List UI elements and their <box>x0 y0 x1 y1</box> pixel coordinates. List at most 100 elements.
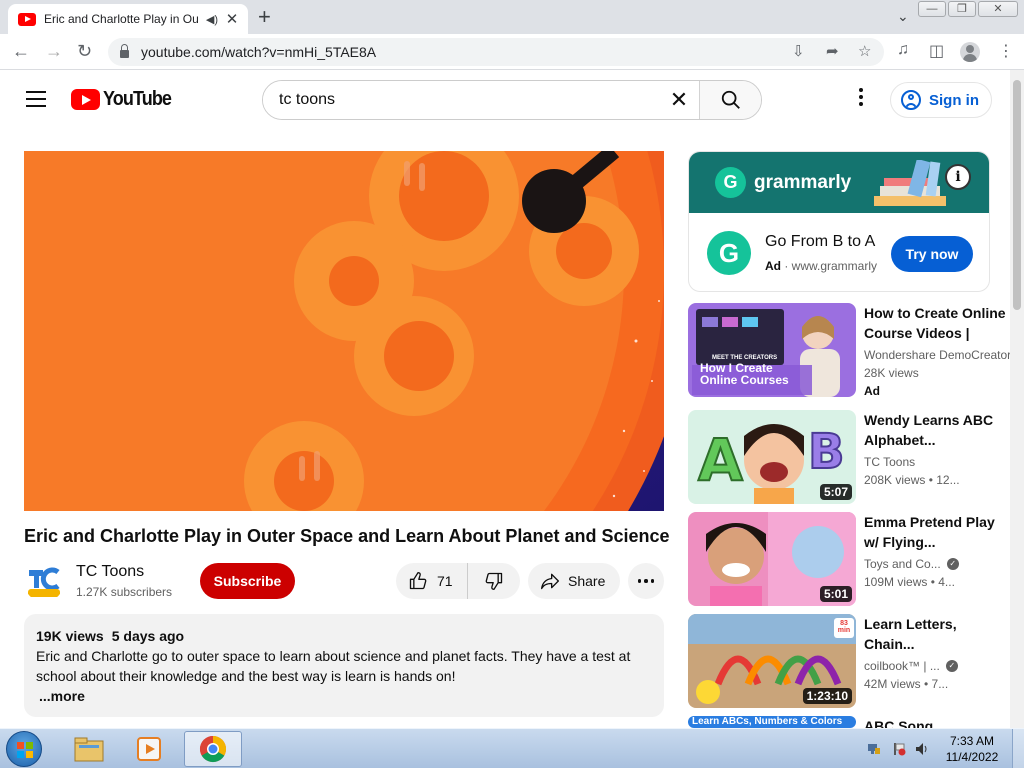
minimize-button[interactable]: — <box>918 1 946 17</box>
rec-title[interactable]: Wendy Learns ABC Alphabet... <box>864 410 1010 450</box>
rec-title[interactable]: How to Create Online Course Videos | Mee… <box>864 303 1010 343</box>
install-icon[interactable]: ⇩ <box>792 42 805 60</box>
back-arrow-icon[interactable]: ← <box>12 41 30 61</box>
taskbar-media-player[interactable] <box>120 731 178 767</box>
video-title: Eric and Charlotte Play in Outer Space a… <box>24 526 670 546</box>
restore-button[interactable]: ❐ <box>948 1 976 17</box>
video-thumbnail[interactable]: A B 5:07 <box>688 410 856 504</box>
page-scrollbar[interactable] <box>1010 70 1024 728</box>
thumbs-up-icon <box>409 572 427 590</box>
video-player[interactable] <box>24 151 664 511</box>
rec-channel[interactable]: Toys and Co... <box>864 557 941 571</box>
media-controls-icon[interactable]: ♫ <box>897 41 909 59</box>
rec-channel[interactable]: coilbook™ | ... <box>864 659 940 673</box>
like-button[interactable]: 71 <box>396 563 468 599</box>
channel-name[interactable]: TC Toons <box>76 563 144 581</box>
new-tab-button[interactable]: + <box>258 6 271 28</box>
rec-channel[interactable]: Wondershare DemoCreator <box>864 348 1011 362</box>
subscribe-button[interactable]: Subscribe <box>200 563 295 599</box>
rec-title[interactable]: Emma Pretend Play w/ Flying... <box>864 512 1010 552</box>
video-duration: 5:07 <box>819 484 852 500</box>
more-actions-button[interactable] <box>628 563 664 599</box>
clock-date: 11/4/2022 <box>945 750 999 764</box>
recommended-video[interactable]: Learn ABCs, Numbers & Colors ABC Song <box>688 716 1010 728</box>
browser-tab[interactable]: Eric and Charlotte Play in Ou ◀) ✕ <box>8 4 248 34</box>
video-thumbnail[interactable]: 5:01 <box>688 512 856 606</box>
rec-title[interactable]: ABC Song <box>864 716 1010 728</box>
show-desktop-button[interactable] <box>1012 729 1024 768</box>
verified-check-icon: ✓ <box>946 558 959 570</box>
account-icon <box>901 90 921 110</box>
thumb-caption: How I Create Online Courses <box>700 361 789 387</box>
side-panel-icon[interactable]: ◫ <box>929 41 944 61</box>
tab-search-chevron-icon[interactable]: ⌄ <box>897 8 909 25</box>
rec-meta: 109M views • 4... <box>864 575 955 589</box>
clock-time: 7:33 AM <box>949 734 995 748</box>
recommended-video[interactable]: A B 5:07 Wendy Learns ABC Alphabet... TC… <box>688 410 1010 504</box>
youtube-logo-text: YouTube <box>103 88 172 110</box>
browser-toolbar: ← → ↻ youtube.com/watch?v=nmHi_5TAE8A ⇩ … <box>0 34 1024 70</box>
share-button[interactable]: Share <box>528 563 620 599</box>
hamburger-menu-icon[interactable] <box>26 91 46 112</box>
search-box: ✕ <box>262 80 762 120</box>
show-more-link[interactable]: ...more <box>39 686 652 706</box>
recommended-video[interactable]: MEET THE CREATORS How I Create Online Co… <box>688 303 1011 398</box>
search-button[interactable] <box>699 81 761 119</box>
dislike-button[interactable] <box>468 571 520 591</box>
action-center-flag-icon[interactable] <box>892 742 906 756</box>
like-dislike-group: 71 <box>396 563 520 599</box>
recommended-video[interactable]: 83 min 1:23:10 Learn Letters, Chain... c… <box>688 614 1010 708</box>
video-thumbnail[interactable]: 83 min 1:23:10 <box>688 614 856 708</box>
close-window-button[interactable]: ✕ <box>978 1 1018 17</box>
share-page-icon[interactable]: ➦ <box>826 42 839 60</box>
description-text: Eric and Charlotte go to outer space to … <box>36 648 631 684</box>
tab-close-icon[interactable]: ✕ <box>224 10 240 28</box>
view-count: 19K views <box>36 628 104 644</box>
recommended-video[interactable]: 5:01 Emma Pretend Play w/ Flying... Toys… <box>688 512 1010 606</box>
grammarly-logo-icon: G <box>715 167 746 198</box>
thumb-caption: Learn ABCs, Numbers & Colors <box>692 716 843 727</box>
video-description[interactable]: 19K views 5 days ago Eric and Charlotte g… <box>24 614 664 717</box>
volume-tray-icon[interactable] <box>915 742 929 756</box>
profile-avatar-icon[interactable] <box>960 42 980 62</box>
address-bar[interactable]: youtube.com/watch?v=nmHi_5TAE8A <box>108 38 884 66</box>
verified-check-icon: ✓ <box>945 660 958 672</box>
search-input[interactable] <box>263 81 659 119</box>
channel-avatar[interactable] <box>24 562 64 602</box>
ad-headline: Go From B to A <box>765 233 876 250</box>
youtube-logo[interactable]: YouTube <box>71 88 179 111</box>
start-button[interactable] <box>6 731 42 767</box>
network-tray-icon[interactable] <box>867 742 881 756</box>
search-icon <box>721 90 740 109</box>
lock-icon[interactable] <box>120 44 129 58</box>
sign-in-button[interactable]: Sign in <box>890 82 992 118</box>
forward-arrow-icon[interactable]: → <box>45 41 63 61</box>
clear-search-icon[interactable]: ✕ <box>659 81 699 119</box>
rec-channel[interactable]: TC Toons <box>864 455 915 469</box>
chrome-icon <box>199 735 227 763</box>
taskbar-explorer[interactable] <box>60 731 118 767</box>
try-now-button[interactable]: Try now <box>891 236 973 272</box>
taskbar-chrome[interactable] <box>184 731 242 767</box>
video-thumbnail[interactable]: Learn ABCs, Numbers & Colors <box>688 716 856 728</box>
video-thumbnail[interactable]: MEET THE CREATORS How I Create Online Co… <box>688 303 856 397</box>
reload-icon[interactable]: ↻ <box>77 41 92 61</box>
tc-toons-logo-icon <box>24 562 64 602</box>
rec-ad-badge: Ad <box>864 384 880 398</box>
share-label: Share <box>568 573 606 589</box>
youtube-play-logo-icon <box>71 89 100 110</box>
ad-url-line: Ad · www.grammarly <box>765 259 878 273</box>
taskbar-clock[interactable]: 7:33 AM 11/4/2022 <box>940 733 1004 765</box>
scrollbar-thumb[interactable] <box>1013 80 1021 310</box>
bookmark-star-icon[interactable]: ☆ <box>858 42 871 60</box>
window-controls: — ❐ ✕ <box>918 1 1018 17</box>
video-duration: 5:01 <box>819 586 852 602</box>
grammarly-ad[interactable]: G grammarly i G Go From B to A Ad · www.… <box>688 151 990 292</box>
share-arrow-icon <box>541 573 559 590</box>
settings-more-icon[interactable] <box>853 88 869 106</box>
ad-info-icon[interactable]: i <box>945 164 971 190</box>
chrome-menu-icon[interactable]: ⋮ <box>998 41 1014 61</box>
rec-title[interactable]: Learn Letters, Chain... <box>864 614 1010 654</box>
audio-playing-icon[interactable]: ◀) <box>206 13 218 26</box>
url-text: youtube.com/watch?v=nmHi_5TAE8A <box>141 44 377 60</box>
